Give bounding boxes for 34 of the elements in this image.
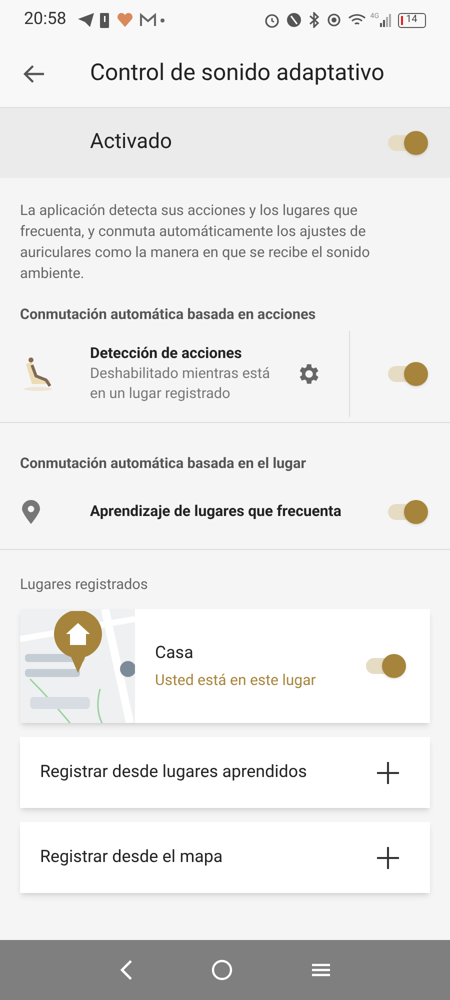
back-arrow-icon[interactable] <box>22 64 46 84</box>
place-name: Casa <box>155 642 194 665</box>
setting-title: Detección de acciones <box>90 343 243 364</box>
back-nav-icon[interactable] <box>119 959 133 981</box>
section-header: Conmutación automática basada en acciones <box>19 305 317 325</box>
plus-icon <box>376 846 400 870</box>
battery-alert-icon <box>100 12 110 28</box>
alarm-icon <box>264 12 280 28</box>
setting-subtitle: Deshabilitado mientras está en un lugar registrado <box>90 364 272 404</box>
battery-indicator: 14 <box>398 12 426 28</box>
description-text: La aplicación detecta sus acciones y los lugares que frecuenta, y conmuta automáticamente los ajustes de auriculares como la manera en que se recibe el sonido ambiente. <box>19 201 371 284</box>
page-title: Control de sonido adaptativo <box>90 58 384 88</box>
location-icon <box>326 12 342 28</box>
home-pin-icon <box>53 611 103 674</box>
heart-icon <box>117 13 134 27</box>
setting-title: Aprendizaje de lugares que frecuenta <box>90 501 342 522</box>
register-place-button[interactable]: Registrar desde el mapa <box>20 822 430 894</box>
master-label: Activado <box>90 129 173 156</box>
menu-icon[interactable] <box>311 962 331 978</box>
wifi-icon <box>348 13 366 27</box>
dot-icon <box>160 18 166 22</box>
location-pin-icon <box>22 500 40 524</box>
section-header: Conmutación automática basada en el lugar <box>19 454 308 474</box>
plus-icon <box>376 760 400 785</box>
place-status: Usted está en este lugar <box>155 670 317 692</box>
home-nav-icon[interactable] <box>211 959 233 981</box>
place-card[interactable]: Casa Usted está en este lugar <box>20 609 430 724</box>
bluetooth-icon <box>308 12 320 28</box>
status-time: 20:58 <box>24 8 66 32</box>
send-icon <box>78 13 94 27</box>
signal-icon <box>380 13 392 27</box>
mail-icon <box>139 13 158 27</box>
register-place-button[interactable]: Registrar desde lugares aprendidos <box>20 737 430 808</box>
section-header: Lugares registrados <box>19 574 149 594</box>
